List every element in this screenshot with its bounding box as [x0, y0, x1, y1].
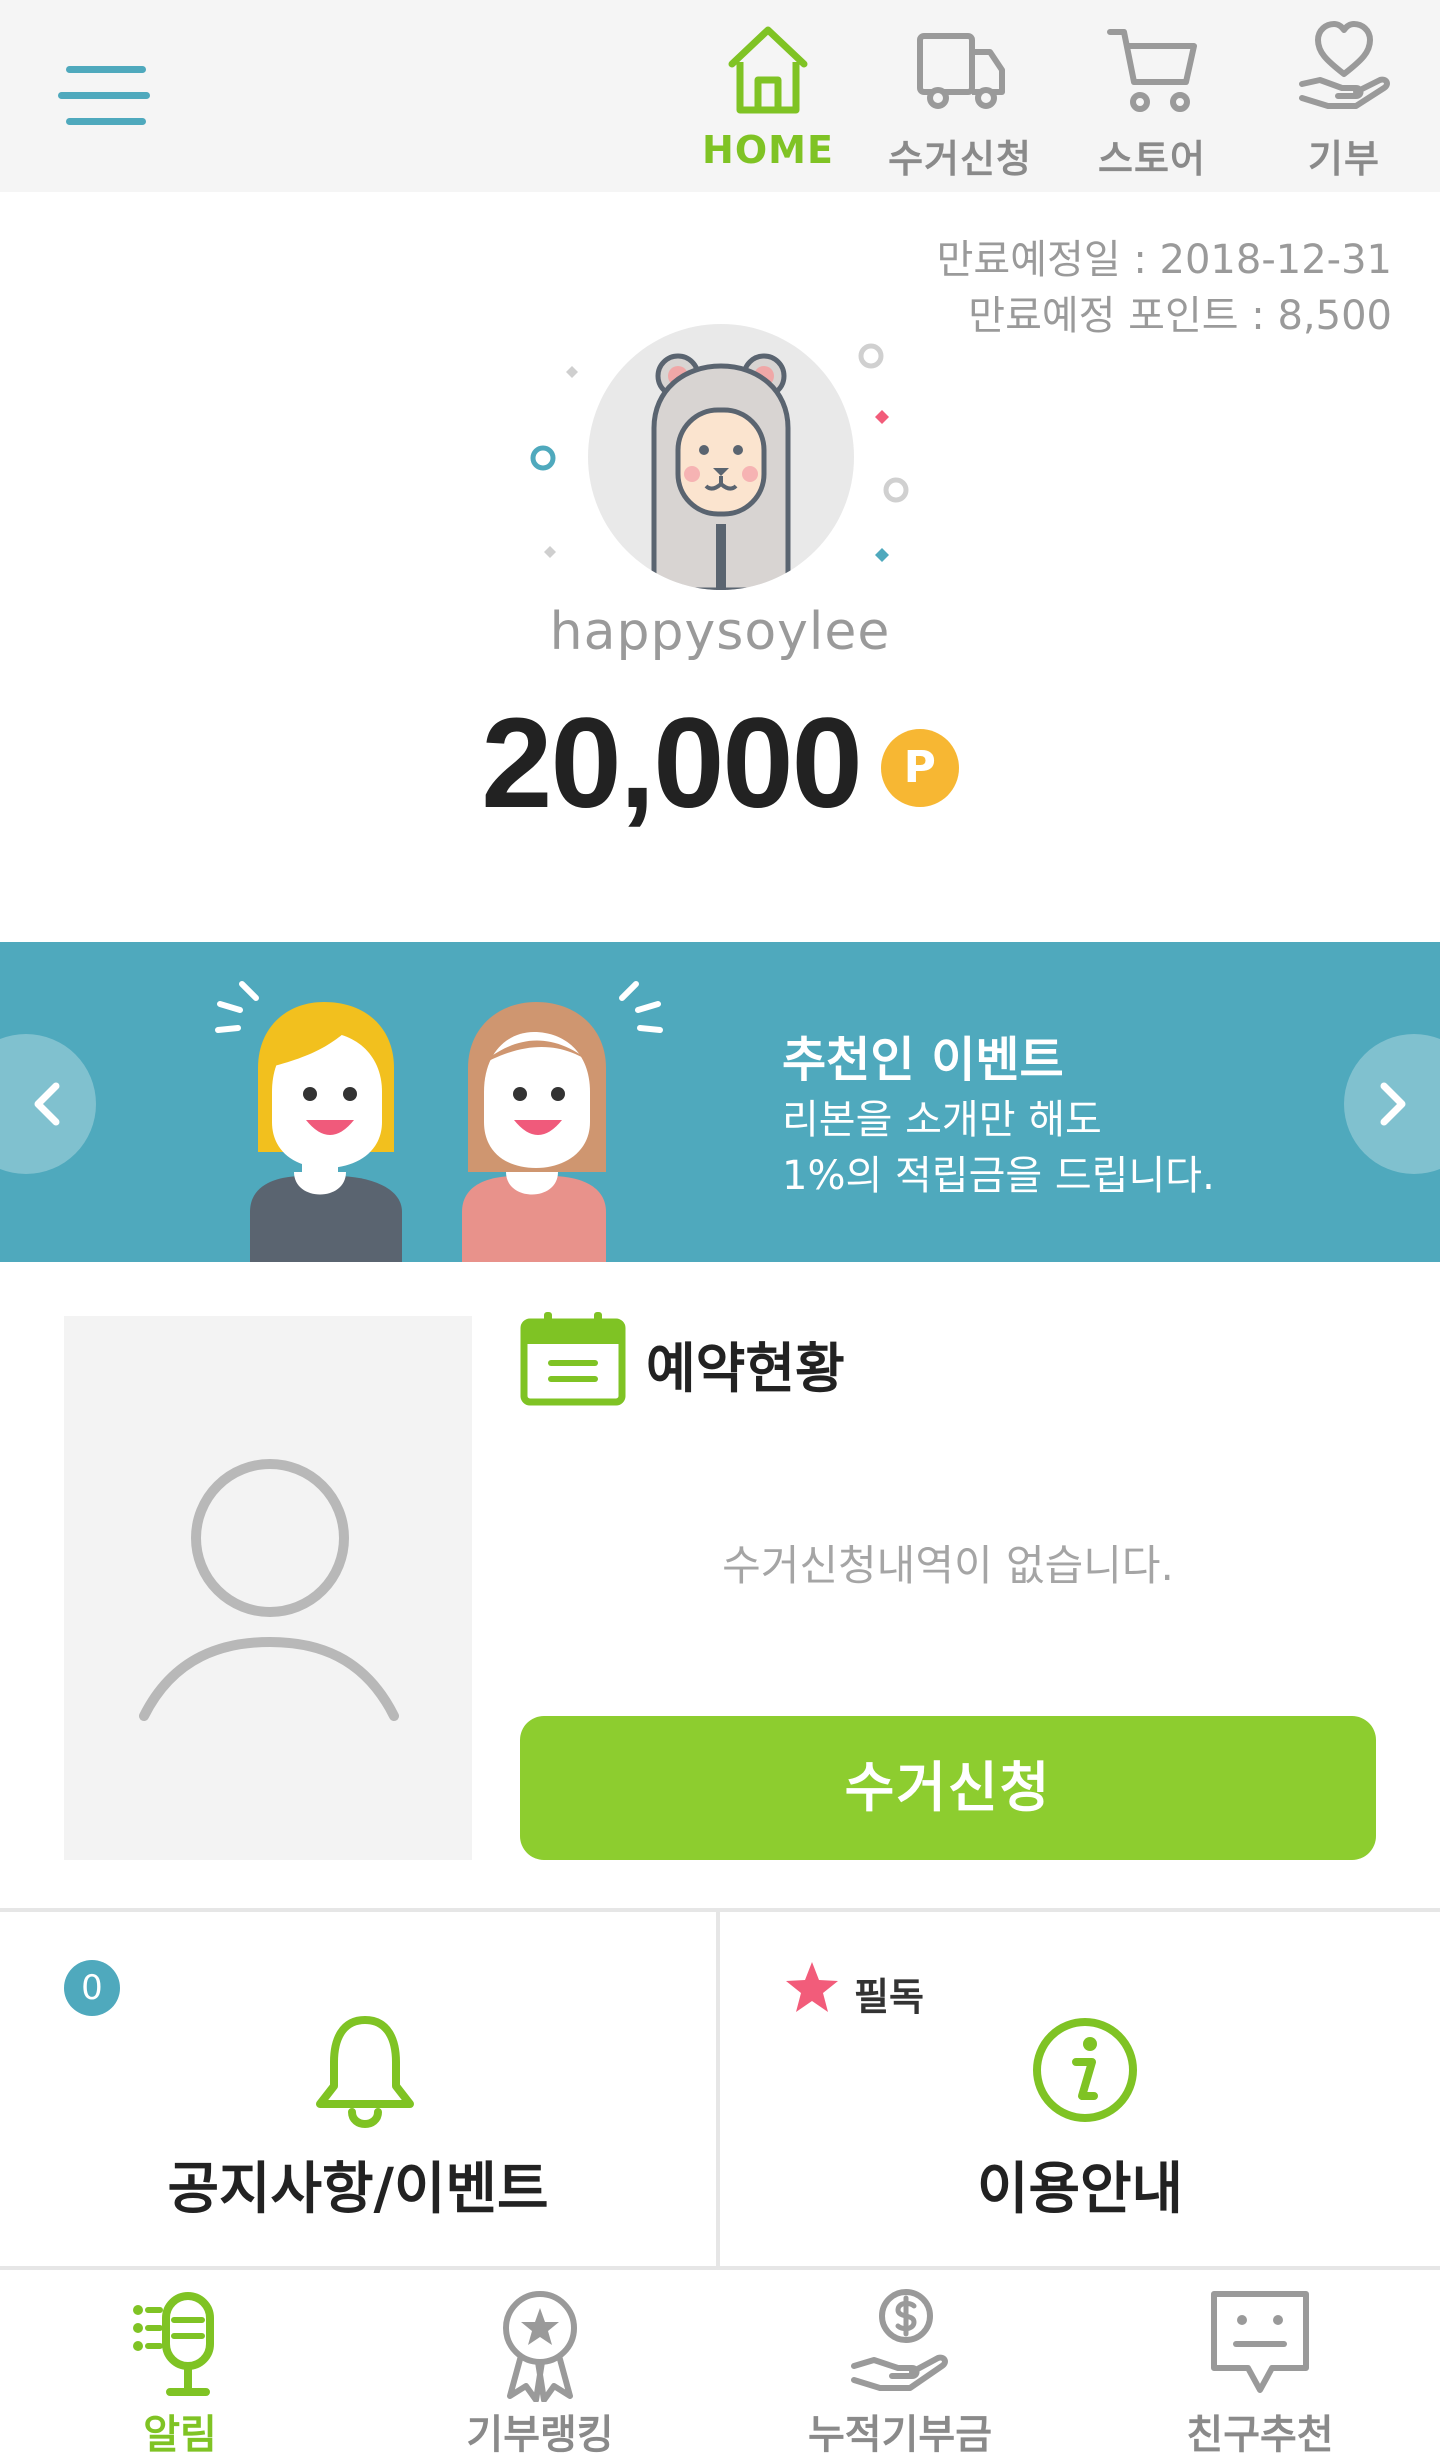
guide-label: 이용안내	[976, 2157, 1184, 2222]
reservation-empty-message: 수거신청내역이 없습니다.	[722, 1541, 1174, 1590]
expiry-date: 만료예정일 : 2018-12-31	[936, 237, 1392, 283]
ranking-medal-icon	[503, 2291, 577, 2402]
banner-title: 추천인 이벤트	[782, 1032, 1064, 1088]
banner-line-2: 1%의 적립금을 드립니다.	[782, 1153, 1215, 1199]
avatar[interactable]	[588, 324, 854, 590]
banner-line-1: 리본을 소개만 해도	[782, 1097, 1102, 1143]
bottom-nav-recommend-label: 친구추천	[1186, 2412, 1334, 2458]
top-header: HOME 수거신청 스토어 기부	[0, 0, 1440, 192]
banner-next-button[interactable]	[1344, 1034, 1440, 1174]
truck-icon	[917, 33, 1005, 109]
two-women-illustration-icon	[215, 981, 663, 1262]
donation-coin-icon	[851, 2289, 948, 2391]
bell-icon	[316, 2016, 414, 2128]
heart-hand-icon	[1299, 21, 1390, 109]
banner-prev-button[interactable]	[0, 1034, 96, 1174]
notification-list-icon	[133, 2292, 214, 2396]
banner-description: 리본을 소개만 해도 1%의 적립금을 드립니다.	[782, 1092, 1215, 1204]
username: happysoylee	[549, 602, 891, 662]
bottom-nav-donations-label: 누적기부금	[808, 2412, 992, 2458]
recommend-chat-icon	[1211, 2291, 1309, 2393]
bear-costume-avatar-icon	[651, 353, 791, 590]
guide-card[interactable]: 필독 이용안내	[720, 1912, 1440, 2266]
nav-home-label: HOME	[702, 128, 834, 172]
star-icon	[786, 1962, 838, 2012]
calendar-icon	[520, 1312, 626, 1406]
notice-count-badge: 0	[64, 1960, 120, 2016]
nav-pickup-label: 수거신청	[888, 137, 1032, 181]
nav-pickup[interactable]: 수거신청	[870, 18, 1050, 188]
top-nav: HOME 수거신청 스토어 기부	[0, 18, 1440, 188]
expiry-info: 만료예정일 : 2018-12-31 만료예정 포인트 : 8,500	[937, 232, 1392, 344]
event-banner[interactable]: 추천인 이벤트 리본을 소개만 해도 1%의 적립금을 드립니다.	[0, 942, 1440, 1262]
points-display: 20,000 P	[0, 690, 1440, 835]
chevron-left-icon	[34, 1082, 60, 1126]
pickup-request-button[interactable]: 수거신청	[520, 1716, 1376, 1860]
bottom-nav-ranking[interactable]: 기부랭킹	[360, 2274, 720, 2460]
nav-donate-label: 기부	[1308, 137, 1380, 181]
home-icon	[728, 26, 808, 114]
profile-photo-placeholder[interactable]	[64, 1316, 472, 1860]
bottom-nav-alerts-label: 알림	[143, 2412, 217, 2458]
avatar-area	[520, 320, 920, 600]
nav-home[interactable]: HOME	[678, 18, 858, 188]
reservation-title: 예약현황	[646, 1337, 845, 1400]
person-icon	[139, 1459, 399, 1721]
points-badge-icon: P	[880, 728, 959, 807]
must-read-label: 필독	[854, 1975, 924, 2019]
bottom-nav-alerts[interactable]: 알림	[0, 2274, 360, 2460]
nav-store[interactable]: 스토어	[1062, 18, 1242, 188]
info-cards: 0 공지사항/이벤트 필독 이용안내	[0, 1908, 1440, 2270]
expiry-points: 만료예정 포인트 : 8,500	[968, 293, 1392, 339]
nav-store-label: 스토어	[1098, 137, 1206, 181]
chevron-right-icon	[1380, 1082, 1406, 1126]
info-icon	[1033, 2018, 1137, 2122]
bottom-nav: 알림 기부랭킹 누적기부금 친구추천	[0, 2274, 1440, 2460]
points-value: 20,000	[481, 692, 862, 835]
cart-icon	[1107, 29, 1197, 112]
bottom-nav-donations[interactable]: 누적기부금	[720, 2274, 1080, 2460]
notice-event-card[interactable]: 0 공지사항/이벤트	[0, 1912, 720, 2266]
bottom-nav-ranking-label: 기부랭킹	[466, 2412, 614, 2458]
bottom-nav-recommend[interactable]: 친구추천	[1080, 2274, 1440, 2460]
notice-event-label: 공지사항/이벤트	[167, 2157, 549, 2222]
nav-donate[interactable]: 기부	[1254, 18, 1434, 188]
